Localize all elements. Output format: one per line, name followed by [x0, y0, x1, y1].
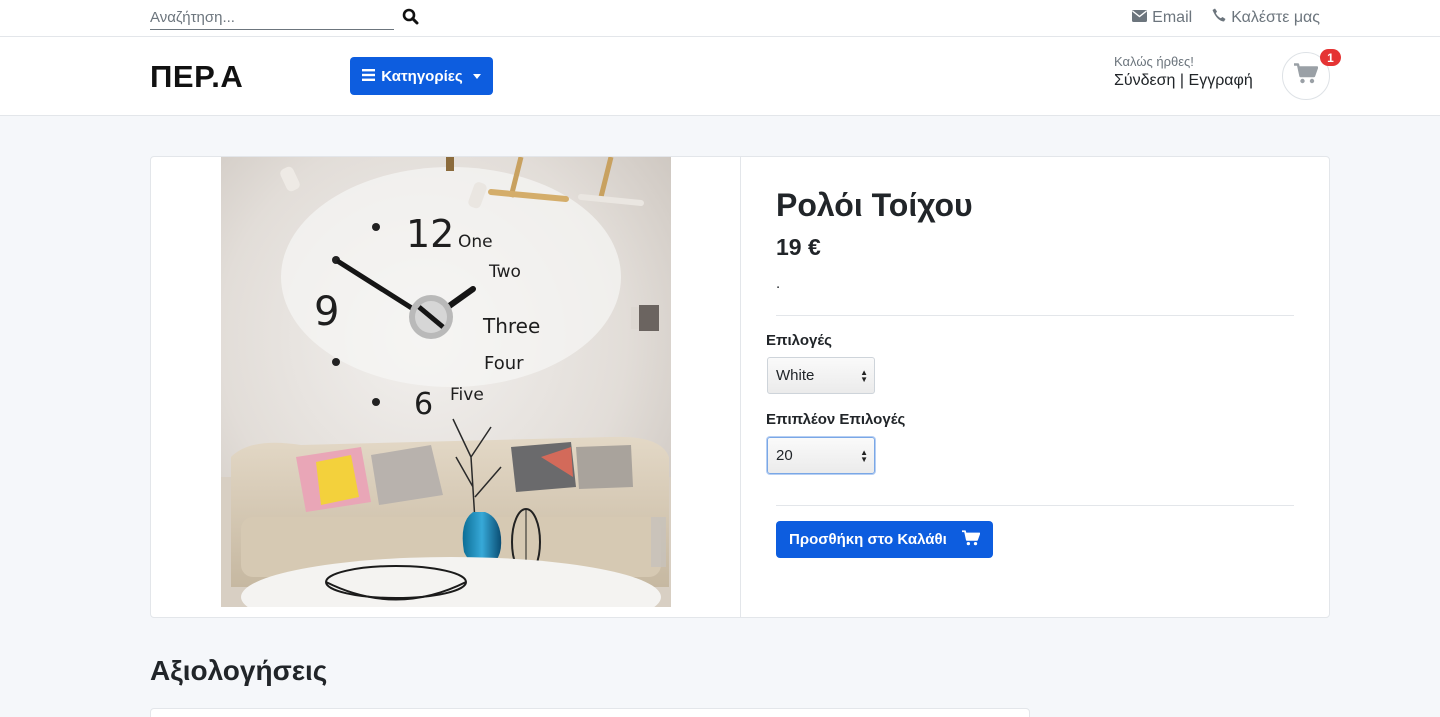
categories-label: Κατηγορίες [381, 67, 463, 85]
call-us-label: Καλέστε μας [1231, 8, 1320, 26]
add-to-cart-button[interactable]: Προσθήκη στο Καλάθι [776, 521, 993, 558]
product-card: 12 One Two 9 Three Four 6 Five Ρολόι Τοί… [150, 156, 1330, 618]
search-field [150, 5, 394, 30]
add-to-cart-label: Προσθήκη στο Καλάθι [789, 531, 947, 548]
product-price: 19 € [776, 234, 821, 260]
select-arrows-icon: ▲ ▼ [860, 448, 868, 464]
clock-one-label: One [458, 232, 493, 252]
shopping-cart-icon [962, 529, 981, 550]
clock-five-label: Five [450, 385, 484, 405]
menu-icon [362, 68, 376, 85]
email-link[interactable]: Email [1132, 8, 1192, 27]
select-arrows-icon: ▲ ▼ [860, 368, 868, 384]
login-link[interactable]: Σύνδεση [1114, 72, 1175, 89]
product-description: . [776, 275, 781, 292]
envelope-icon [1132, 9, 1148, 27]
cart-count-badge: 1 [1320, 49, 1341, 66]
clock-9-numeral: 9 [314, 289, 339, 335]
reviews-heading: Αξιολογήσεις [150, 655, 328, 686]
search-icon[interactable] [402, 8, 419, 25]
register-link[interactable]: Εγγραφή [1189, 72, 1253, 89]
search-input[interactable] [150, 5, 394, 29]
categories-dropdown-button[interactable]: Κατηγορίες [350, 57, 493, 95]
product-info: Ρολόι Τοίχου 19 € . [776, 187, 1296, 292]
auth-separator: | [1179, 72, 1185, 89]
phone-icon [1212, 8, 1226, 27]
clock-6-numeral: 6 [414, 387, 433, 422]
clock-four-label: Four [484, 353, 524, 374]
top-bar: Email Καλέστε μας [0, 0, 1440, 37]
main-header: ΠΕΡ.Α Κατηγορίες Καλώς ήρθες! Σύνδεση | … [0, 37, 1440, 116]
extra-options-select-value: 20 [776, 447, 793, 464]
extra-options-label: Επιπλέον Επιλογές [766, 411, 906, 428]
auth-links: Σύνδεση | Εγγραφή [1114, 72, 1253, 90]
caret-down-icon [472, 73, 481, 79]
brand-logo[interactable]: ΠΕΡ.Α [150, 59, 243, 95]
clock-three-label: Three [482, 314, 540, 338]
clock-12-numeral: 12 [406, 212, 454, 256]
options-select[interactable]: White ▲ ▼ [767, 357, 875, 394]
reviews-container [150, 708, 1030, 717]
product-image-column: 12 One Two 9 Three Four 6 Five [151, 157, 741, 617]
clock-two-label: Two [488, 262, 521, 282]
options-label: Επιλογές [766, 332, 832, 349]
account-area: Καλώς ήρθες! Σύνδεση | Εγγραφή [1114, 54, 1253, 90]
email-link-label: Email [1152, 8, 1193, 26]
product-title: Ρολόι Τοίχου [776, 187, 973, 223]
call-us-link[interactable]: Καλέστε μας [1212, 8, 1320, 27]
divider [776, 505, 1294, 506]
extra-options-select[interactable]: 20 ▲ ▼ [767, 437, 875, 474]
divider [776, 315, 1294, 316]
product-image[interactable]: 12 One Two 9 Three Four 6 Five [221, 157, 671, 607]
welcome-text: Καλώς ήρθες! [1114, 54, 1194, 69]
contact-links: Email Καλέστε μας [1132, 8, 1320, 27]
options-select-value: White [776, 367, 815, 384]
shopping-cart-icon [1294, 63, 1319, 89]
